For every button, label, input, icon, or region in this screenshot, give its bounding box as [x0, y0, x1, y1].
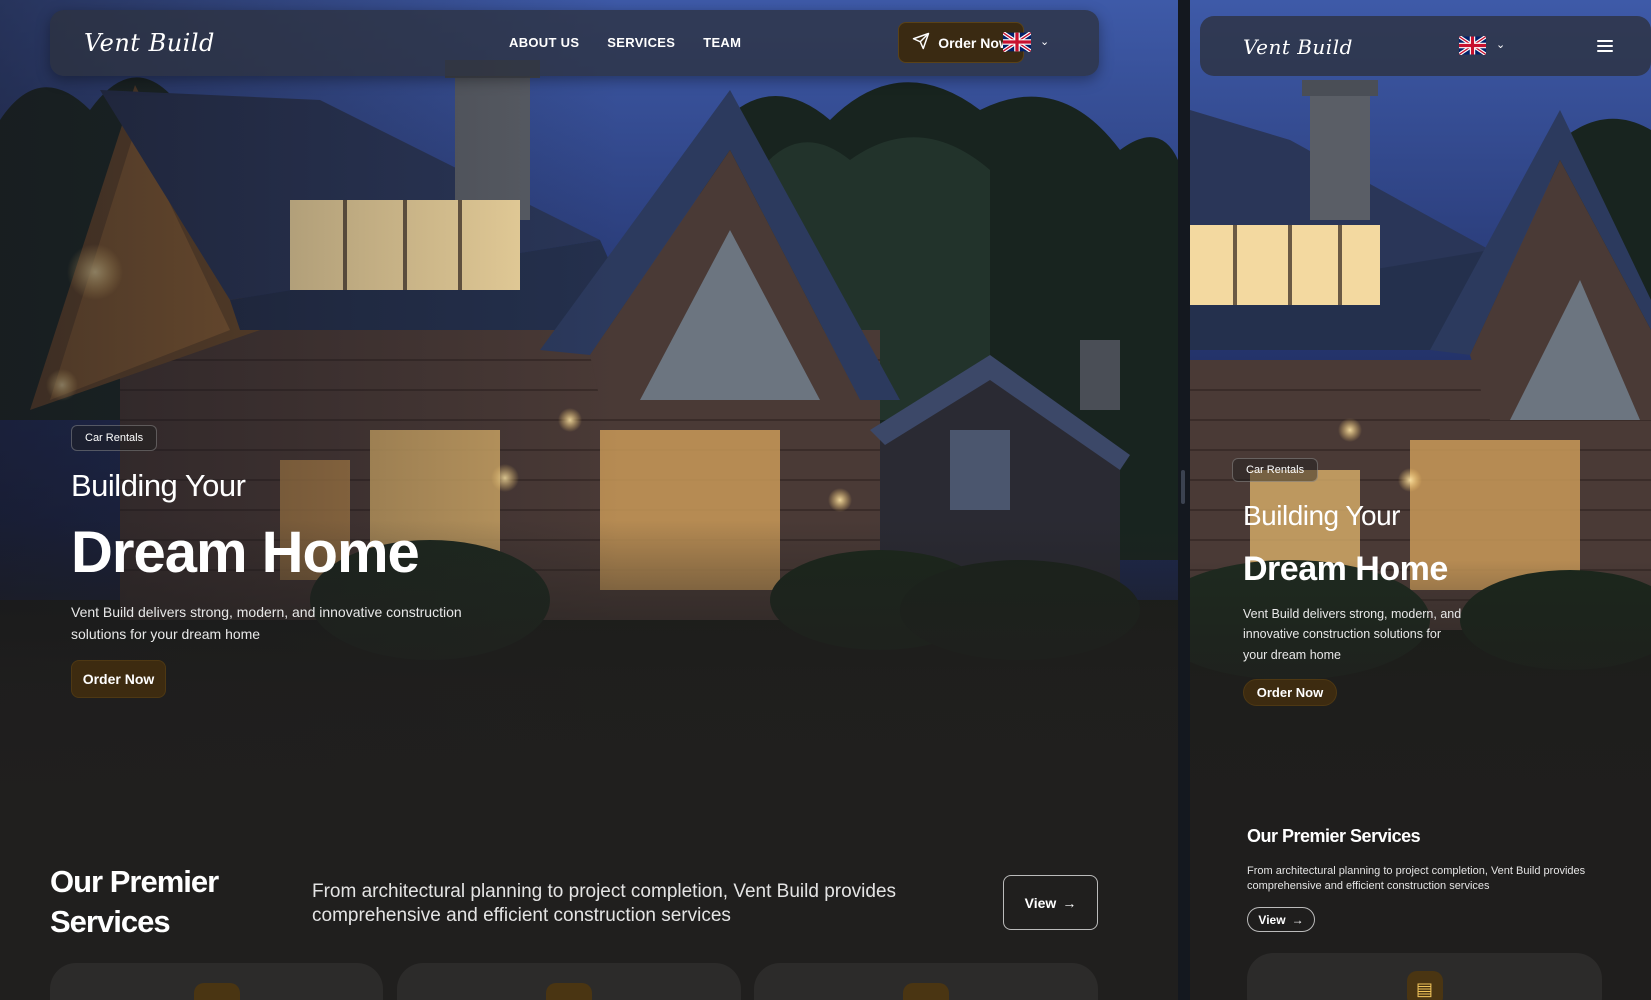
service-card[interactable]: ▤	[1247, 953, 1602, 1000]
uk-flag-icon[interactable]	[1003, 32, 1031, 52]
hero-tag: Car Rentals	[1232, 458, 1319, 482]
order-now-nav-label: Order Now	[938, 34, 1010, 51]
hero-tag: Car Rentals	[71, 425, 158, 451]
services-view-button[interactable]: View →	[1003, 875, 1098, 930]
nav-links: ABOUT US SERVICES TEAM	[509, 35, 741, 50]
nav-link-team[interactable]: TEAM	[703, 35, 741, 50]
brand-logo[interactable]: Vent Build	[84, 29, 215, 57]
hero-subtitle: Building Your	[71, 468, 246, 503]
view-label: View	[1024, 894, 1057, 911]
view-label: View	[1258, 912, 1286, 927]
service-card[interactable]: ▣	[397, 963, 741, 1000]
hero-title: Dream Home	[71, 520, 420, 585]
resize-handle[interactable]	[1181, 470, 1185, 504]
wrench-icon: ✓	[903, 983, 949, 1000]
nav-link-services[interactable]: SERVICES	[607, 35, 675, 50]
send-icon	[912, 32, 930, 53]
brand-logo[interactable]: Vent Build	[1243, 35, 1353, 59]
arrow-right-icon: →	[1062, 894, 1077, 911]
services-description: From architectural planning to project c…	[1247, 865, 1586, 892]
services-title: Our Premier Services	[1247, 826, 1421, 846]
service-card[interactable]: ▤	[50, 963, 383, 1000]
services-title: Our Premier Services	[50, 864, 219, 939]
hero-title: Dream Home	[1243, 550, 1448, 588]
hero-order-button[interactable]: Order Now	[71, 660, 166, 698]
chevron-down-icon[interactable]: ⌄	[1040, 35, 1049, 48]
services-view-button[interactable]: View →	[1247, 907, 1315, 932]
service-card[interactable]: ✓	[754, 963, 1098, 1000]
mobile-view: Vent Build ⌄ Car Rentals Building Your D…	[1190, 0, 1651, 1000]
chevron-down-icon[interactable]: ⌄	[1496, 38, 1505, 51]
uk-flag-icon[interactable]	[1459, 36, 1486, 55]
navbar: Vent Build ABOUT US SERVICES TEAM Order …	[50, 10, 1099, 76]
nav-link-about[interactable]: ABOUT US	[509, 35, 579, 50]
arrow-right-icon: →	[1291, 912, 1304, 927]
page: Vent Build ABOUT US SERVICES TEAM Order …	[0, 0, 1651, 1000]
desktop-view: Vent Build ABOUT US SERVICES TEAM Order …	[0, 0, 1178, 1000]
clipboard-icon: ▣	[546, 983, 592, 1000]
document-icon: ▤	[193, 983, 240, 1000]
hero-order-button[interactable]: Order Now	[1243, 679, 1337, 706]
hamburger-icon[interactable]	[1597, 40, 1613, 54]
mobile-navbar: Vent Build ⌄	[1200, 16, 1651, 76]
services-description: From architectural planning to project c…	[312, 881, 897, 926]
document-icon: ▤	[1406, 971, 1443, 1000]
hero-subtitle: Building Your	[1243, 500, 1400, 531]
hero-description: Vent Build delivers strong, modern, and …	[71, 604, 462, 643]
hero-description: Vent Build delivers strong, modern, and …	[1243, 607, 1462, 662]
